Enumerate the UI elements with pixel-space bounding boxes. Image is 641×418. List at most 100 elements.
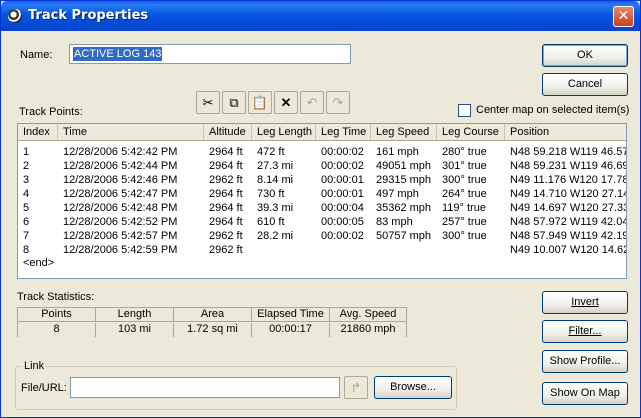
cell-leg-time: 00:00:05 xyxy=(321,216,364,228)
cell-index: 7 xyxy=(23,230,30,242)
cell-leg-length: 8.14 mi xyxy=(257,174,294,186)
cell-time: 12/28/2006 5:42:44 PM xyxy=(63,160,178,172)
cell-index: 1 xyxy=(23,146,30,158)
filter-button[interactable]: Filter... xyxy=(542,320,628,343)
stat-value-elapsed-time: 00:00:17 xyxy=(252,323,330,337)
link-group-label: Link xyxy=(22,360,47,372)
track-points-list[interactable]: Index Time Altitude Leg Length Leg Time … xyxy=(17,123,627,279)
cancel-button[interactable]: Cancel xyxy=(542,73,628,96)
cell-time: 12/28/2006 5:42:42 PM xyxy=(63,146,178,158)
cell-leg-speed: 35362 mph xyxy=(376,202,432,214)
cell-leg-time: 00:00:02 xyxy=(321,146,364,158)
name-label: Name: xyxy=(20,49,53,61)
cell-position: N48 57.949 W119 42.191 xyxy=(510,230,627,242)
cell-altitude: 2964 ft xyxy=(209,202,243,214)
cell-time: 12/28/2006 5:42:48 PM xyxy=(63,202,178,214)
cell-leg-course: 119° true xyxy=(442,202,486,214)
center-map-label: Center map on selected item(s) xyxy=(476,104,630,116)
app-icon xyxy=(8,9,22,23)
stat-header-points: Points xyxy=(18,308,96,322)
close-button[interactable]: ✕ xyxy=(613,6,634,27)
cell-position: N49 11.176 W120 17.786 xyxy=(510,174,627,186)
column-header-altitude[interactable]: Altitude xyxy=(204,124,252,141)
table-row[interactable]: 7 12/28/2006 5:42:57 PM 2962 ft 28.2 mi 00:0… xyxy=(18,229,626,243)
window-title: Track Properties xyxy=(28,8,149,23)
show-on-map-button[interactable]: Show On Map xyxy=(542,382,628,405)
ok-button[interactable]: OK xyxy=(542,44,628,67)
invert-button[interactable]: Invert xyxy=(542,291,628,314)
cell-position: N48 59.231 W119 46.690 xyxy=(510,160,627,172)
column-header-leg-length[interactable]: Leg Length xyxy=(252,124,316,141)
list-end-row[interactable]: <end> xyxy=(18,256,626,270)
stat-value-length: 103 mi xyxy=(96,323,174,337)
cell-leg-time: 00:00:02 xyxy=(321,160,364,172)
table-row[interactable]: 6 12/28/2006 5:42:52 PM 2964 ft 610 ft 00:00… xyxy=(18,215,626,229)
cell-time: 12/28/2006 5:42:59 PM xyxy=(63,244,178,256)
stat-header-area: Area xyxy=(174,308,252,322)
cell-index: 8 xyxy=(23,244,30,256)
cell-altitude: 2964 ft xyxy=(209,216,243,228)
track-statistics-label: Track Statistics: xyxy=(17,291,95,303)
cell-position: N49 10.007 W120 14.620 xyxy=(510,244,627,256)
cell-altitude: 2964 ft xyxy=(209,188,243,200)
cell-time: 12/28/2006 5:42:46 PM xyxy=(63,174,178,186)
stat-value-avg-speed: 21860 mph xyxy=(330,323,406,337)
cell-leg-course: 257° true xyxy=(442,216,487,228)
cell-leg-speed: 83 mph xyxy=(376,216,413,228)
table-row[interactable]: 2 12/28/2006 5:42:44 PM 2964 ft 27.3 mi 00:0… xyxy=(18,159,626,173)
go-link-icon[interactable]: ↱ xyxy=(344,376,368,399)
cell-leg-length: 28.2 mi xyxy=(257,230,294,242)
track-statistics-table: Points Length Area Elapsed Time Avg. Spe… xyxy=(17,307,407,337)
cell-altitude: 2962 ft xyxy=(209,174,243,186)
table-row[interactable]: 1 12/28/2006 5:42:42 PM 2964 ft 472 ft 00:00… xyxy=(18,145,626,159)
cell-index: 3 xyxy=(23,174,30,186)
redo-icon[interactable]: ↷ xyxy=(326,91,350,114)
cell-time: 12/28/2006 5:42:47 PM xyxy=(63,188,178,200)
name-input[interactable]: ACTIVE LOG 143 xyxy=(69,44,351,64)
table-row[interactable]: 8 12/28/2006 5:42:59 PM 2962 ft N49 10.007 … xyxy=(18,243,626,257)
browse-button[interactable]: Browse... xyxy=(374,376,452,399)
column-header-leg-speed[interactable]: Leg Speed xyxy=(371,124,437,141)
cell-leg-course: 264° true xyxy=(442,188,487,200)
cell-leg-length: 39.3 mi xyxy=(257,202,294,214)
file-url-label: File/URL: xyxy=(21,382,67,394)
title-bar[interactable]: Track Properties ✕ xyxy=(1,1,640,31)
cell-leg-length: 730 ft xyxy=(257,188,285,200)
invert-button-label: Invert xyxy=(571,296,599,308)
column-header-leg-time[interactable]: Leg Time xyxy=(316,124,371,141)
cell-leg-time: 00:00:04 xyxy=(321,202,364,214)
column-header-position[interactable]: Position xyxy=(505,124,626,141)
table-row[interactable]: 3 12/28/2006 5:42:46 PM 2962 ft 8.14 mi 00:0… xyxy=(18,173,626,187)
cell-leg-speed: 161 mph xyxy=(376,146,419,158)
delete-icon[interactable]: ✕ xyxy=(274,91,298,114)
column-header-index[interactable]: Index xyxy=(18,124,58,141)
cell-position: N48 59.218 W119 46.573 xyxy=(510,146,627,158)
file-url-input[interactable] xyxy=(70,377,340,398)
cell-leg-length: 472 ft xyxy=(257,146,285,158)
table-row[interactable]: 4 12/28/2006 5:42:47 PM 2964 ft 730 ft 00:00… xyxy=(18,187,626,201)
cell-leg-time: 00:00:01 xyxy=(321,188,364,200)
cell-leg-speed: 497 mph xyxy=(376,188,419,200)
show-profile-button[interactable]: Show Profile... xyxy=(542,350,628,373)
column-header-leg-course[interactable]: Leg Course xyxy=(437,124,505,141)
column-header-time[interactable]: Time xyxy=(58,124,204,141)
cell-leg-course: 300° true xyxy=(442,230,487,242)
copy-icon[interactable]: ⧉ xyxy=(222,91,246,114)
cell-altitude: 2964 ft xyxy=(209,160,243,172)
cell-time: 12/28/2006 5:42:52 PM xyxy=(63,216,178,228)
cell-leg-speed: 50757 mph xyxy=(376,230,432,242)
cell-position: N48 57.972 W119 42.042 xyxy=(510,216,627,228)
stat-value-area: 1.72 sq mi xyxy=(174,323,252,337)
cell-index: 2 xyxy=(23,160,30,172)
undo-icon[interactable]: ↶ xyxy=(300,91,324,114)
cell-index: 6 xyxy=(23,216,30,228)
table-row[interactable]: 5 12/28/2006 5:42:48 PM 2964 ft 39.3 mi 00:0… xyxy=(18,201,626,215)
paste-icon[interactable]: 📋 xyxy=(248,91,272,114)
cell-leg-course: 301° true xyxy=(442,160,487,172)
center-map-checkbox[interactable] xyxy=(458,104,471,117)
cell-leg-time: 00:00:01 xyxy=(321,174,364,186)
list-header: Index Time Altitude Leg Length Leg Time … xyxy=(18,124,626,141)
cell-leg-length: 27.3 mi xyxy=(257,160,294,172)
cut-icon[interactable]: ✂ xyxy=(196,91,220,114)
cell-altitude: 2962 ft xyxy=(209,244,243,256)
